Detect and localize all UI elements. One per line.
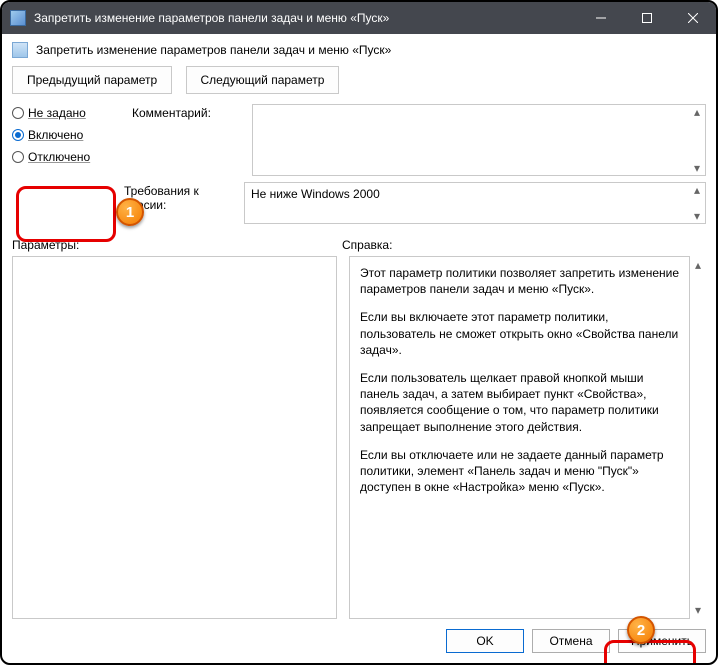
gpo-editor-window: Запретить изменение параметров панели за…: [0, 0, 718, 665]
scroll-up-icon[interactable]: ▴: [689, 105, 705, 119]
scroll-up-icon[interactable]: ▴: [690, 258, 706, 272]
help-p4: Если вы отключаете или не задаете данный…: [360, 447, 679, 496]
maximize-button[interactable]: [624, 2, 670, 34]
help-p3: Если пользователь щелкает правой кнопкой…: [360, 370, 679, 435]
window-title: Запретить изменение параметров панели за…: [34, 11, 578, 25]
dialog-buttons: OK Отмена Применить: [12, 629, 706, 653]
radio-not-configured[interactable]: Не задано: [12, 106, 132, 120]
close-button[interactable]: [670, 2, 716, 34]
scroll-down-icon[interactable]: ▾: [689, 161, 705, 175]
help-p2: Если вы включаете этот параметр политики…: [360, 309, 679, 358]
titlebar: Запретить изменение параметров панели за…: [2, 2, 716, 34]
comment-label: Комментарий:: [132, 104, 252, 120]
requirements-scrollbar[interactable]: ▴ ▾: [689, 183, 705, 223]
comment-textarea[interactable]: ▴ ▾: [252, 104, 706, 176]
help-wrap: Этот параметр политики позволяет запрети…: [349, 256, 706, 619]
radio-enabled[interactable]: Включено: [12, 128, 132, 142]
policy-icon: [12, 42, 28, 58]
help-label: Справка:: [342, 238, 392, 252]
params-label: Параметры:: [12, 238, 342, 252]
scroll-down-icon[interactable]: ▾: [689, 209, 705, 223]
app-icon: [10, 10, 26, 26]
radio-group: Не задано Включено Отключено: [12, 104, 132, 172]
comment-scrollbar[interactable]: ▴ ▾: [689, 105, 705, 175]
apply-button[interactable]: Применить: [618, 629, 706, 653]
requirements-value: Не ниже Windows 2000: [251, 187, 380, 201]
help-scrollbar[interactable]: ▴ ▾: [690, 256, 706, 619]
cancel-button[interactable]: Отмена: [532, 629, 610, 653]
scroll-up-icon[interactable]: ▴: [689, 183, 705, 197]
client-area: Запретить изменение параметров панели за…: [2, 34, 716, 663]
minimize-button[interactable]: [578, 2, 624, 34]
state-row: Не задано Включено Отключено Комментарий…: [12, 104, 706, 176]
prev-setting-button[interactable]: Предыдущий параметр: [12, 66, 172, 94]
radio-disabled[interactable]: Отключено: [12, 150, 132, 164]
requirements-label: Требования к версии:: [124, 182, 244, 212]
help-box: Этот параметр политики позволяет запрети…: [349, 256, 690, 619]
policy-title: Запретить изменение параметров панели за…: [36, 43, 391, 57]
ok-button[interactable]: OK: [446, 629, 524, 653]
requirements-box: Не ниже Windows 2000 ▴ ▾: [244, 182, 706, 224]
content-row: Этот параметр политики позволяет запрети…: [12, 256, 706, 619]
scroll-down-icon[interactable]: ▾: [690, 603, 706, 617]
policy-header: Запретить изменение параметров панели за…: [12, 42, 706, 58]
parameters-box: [12, 256, 337, 619]
help-p1: Этот параметр политики позволяет запрети…: [360, 265, 679, 297]
nav-row: Предыдущий параметр Следующий параметр: [12, 66, 706, 94]
requirements-row: Требования к версии: Не ниже Windows 200…: [12, 182, 706, 224]
next-setting-button[interactable]: Следующий параметр: [186, 66, 340, 94]
section-labels: Параметры: Справка:: [12, 238, 706, 252]
